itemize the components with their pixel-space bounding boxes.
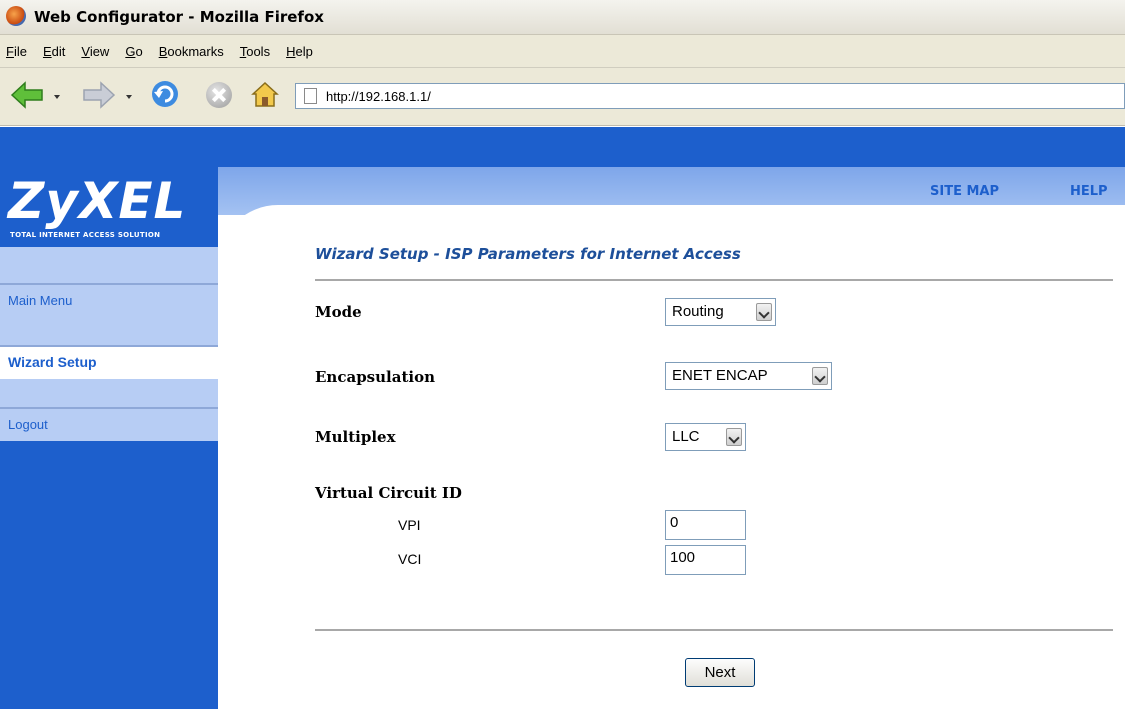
firefox-icon <box>6 6 26 26</box>
web-page: ZyXEL TOTAL INTERNET ACCESS SOLUTION SIT… <box>0 127 1125 709</box>
page-icon <box>304 88 317 104</box>
menu-view[interactable]: View <box>81 44 109 59</box>
window-title: Web Configurator - Mozilla Firefox <box>34 8 324 26</box>
menu-edit[interactable]: Edit <box>43 44 65 59</box>
multiplex-select[interactable]: LLC <box>665 423 746 451</box>
help-link[interactable]: HELP <box>1070 184 1108 199</box>
menu-bar: File Edit View Go Bookmarks Tools Help <box>0 35 1125 68</box>
logo-text: ZyXEL <box>8 172 187 230</box>
reload-icon[interactable] <box>150 79 180 109</box>
vci-label: VCI <box>398 551 422 567</box>
back-dropdown-icon[interactable] <box>54 95 60 99</box>
page-top-band <box>0 127 1125 167</box>
sidebar-item-logout[interactable]: Logout <box>0 409 218 441</box>
encapsulation-select-value: ENET ENCAP <box>672 367 768 384</box>
menu-tools[interactable]: Tools <box>240 44 270 59</box>
menu-file[interactable]: File <box>6 44 27 59</box>
chevron-down-icon[interactable] <box>756 303 772 321</box>
next-button[interactable]: Next <box>685 658 755 687</box>
form-divider <box>315 629 1113 631</box>
sidebar-spacer <box>0 317 218 345</box>
mode-select-value: Routing <box>672 303 724 320</box>
menu-go[interactable]: Go <box>125 44 142 59</box>
address-bar[interactable]: http://192.168.1.1/ <box>295 83 1125 109</box>
forward-dropdown-icon[interactable] <box>126 95 132 99</box>
sidebar-item-main-menu[interactable]: Main Menu <box>0 285 218 317</box>
sidebar-spacer <box>0 247 218 283</box>
sidebar-item-label: Wizard Setup <box>8 354 97 370</box>
vpi-input[interactable]: 0 <box>665 510 746 540</box>
title-divider <box>315 279 1113 281</box>
mode-label: Mode <box>315 303 362 321</box>
navigation-toolbar: http://192.168.1.1/ <box>0 68 1125 126</box>
address-text[interactable]: http://192.168.1.1/ <box>326 89 431 104</box>
sidebar-item-label: Logout <box>8 417 48 432</box>
menu-bookmarks[interactable]: Bookmarks <box>159 44 224 59</box>
encapsulation-label: Encapsulation <box>315 368 435 386</box>
sidebar-spacer <box>0 379 218 407</box>
virtual-circuit-id-label: Virtual Circuit ID <box>315 484 462 502</box>
chevron-down-icon[interactable] <box>726 428 742 446</box>
home-icon[interactable] <box>250 79 280 109</box>
vci-input[interactable]: 100 <box>665 545 746 575</box>
sidebar-item-label: Main Menu <box>8 293 73 308</box>
logo-tagline: TOTAL INTERNET ACCESS SOLUTION <box>10 231 161 239</box>
chevron-down-icon[interactable] <box>812 367 828 385</box>
multiplex-select-value: LLC <box>672 428 700 445</box>
stop-icon[interactable] <box>206 82 232 108</box>
encapsulation-select[interactable]: ENET ENCAP <box>665 362 832 390</box>
window-titlebar: Web Configurator - Mozilla Firefox <box>0 0 1125 35</box>
forward-arrow-icon[interactable] <box>82 81 116 109</box>
zyxel-logo: ZyXEL TOTAL INTERNET ACCESS SOLUTION <box>0 172 218 249</box>
multiplex-label: Multiplex <box>315 428 396 446</box>
back-arrow-icon[interactable] <box>10 81 44 109</box>
menu-help[interactable]: Help <box>286 44 313 59</box>
site-map-link[interactable]: SITE MAP <box>930 184 999 199</box>
sidebar-item-wizard-setup[interactable]: Wizard Setup <box>0 347 218 379</box>
vpi-label: VPI <box>398 517 421 533</box>
mode-select[interactable]: Routing <box>665 298 776 326</box>
page-title: Wizard Setup - ISP Parameters for Intern… <box>315 245 741 263</box>
